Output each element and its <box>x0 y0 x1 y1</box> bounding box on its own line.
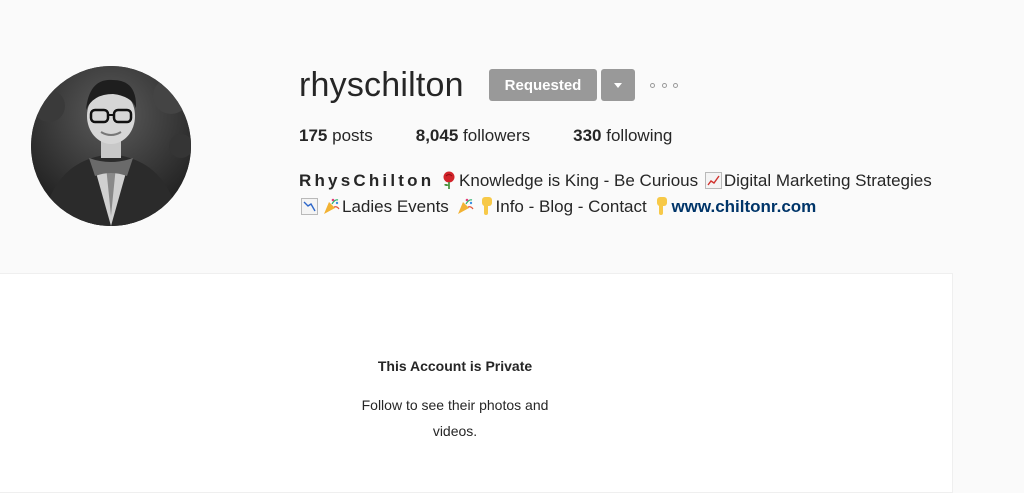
caret-down-icon <box>614 82 622 88</box>
bio-text-4: Info - Blog - Contact <box>495 197 647 216</box>
followers-stat[interactable]: 8,045 followers <box>416 126 530 148</box>
backhand-index-pointing-down-icon <box>657 197 668 215</box>
backhand-index-pointing-down-icon <box>481 197 492 215</box>
website-link[interactable]: www.chiltonr.com <box>671 197 816 216</box>
username: rhyschilton <box>299 66 464 104</box>
bio-name: RhysChilton <box>299 171 435 190</box>
chart-decreasing-icon <box>301 198 318 215</box>
avatar[interactable] <box>31 66 191 226</box>
party-popper-icon <box>457 198 474 214</box>
bio-text-3: Ladies Events <box>342 197 449 216</box>
private-account-title: This Account is Private <box>377 358 533 374</box>
posts-stat: 175 posts <box>299 126 373 145</box>
private-account-panel: This Account is Private Follow to see th… <box>0 273 953 493</box>
rose-icon <box>443 171 455 189</box>
profile-header: rhyschilton Requested 175 posts 8,045 fo… <box>0 0 1024 272</box>
requested-button[interactable]: Requested <box>489 69 597 101</box>
bio-text-2: Digital Marketing Strategies <box>723 171 932 190</box>
following-stat[interactable]: 330 following <box>573 126 672 148</box>
private-account-subtitle: Follow to see their photos and videos. <box>361 397 549 439</box>
bio-text-1: Knowledge is King - Be Curious <box>459 171 699 190</box>
party-popper-icon <box>324 198 340 214</box>
profile-bio: RhysChilton Knowledge is King - Be Curio… <box>299 168 939 220</box>
profile-stats: 175 posts 8,045 followers 330 following <box>299 126 715 148</box>
more-options-icon[interactable] <box>648 77 680 93</box>
follow-dropdown-button[interactable] <box>601 69 635 101</box>
chart-increasing-icon <box>704 172 722 189</box>
